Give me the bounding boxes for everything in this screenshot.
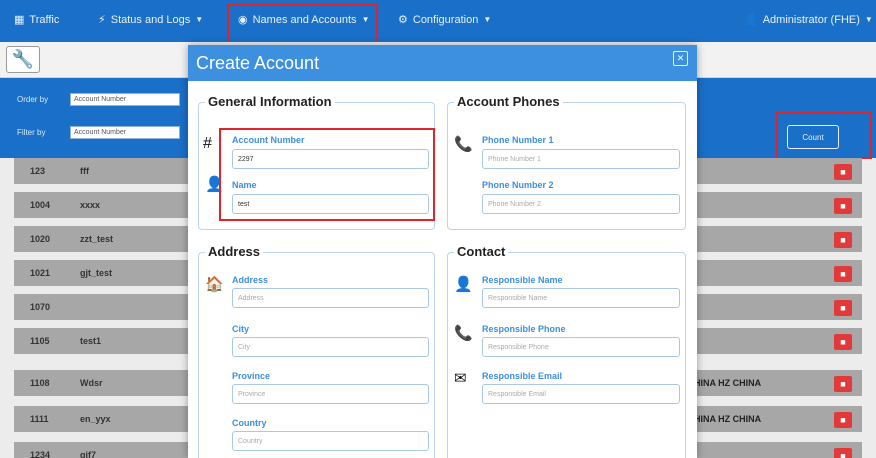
account-name: en_yyx [80,414,111,424]
address-input[interactable]: Address [232,288,429,308]
account-number: 1004 [30,200,51,210]
account-number: 1105 [30,336,50,346]
delete-button[interactable]: ■ [834,300,852,316]
province-input[interactable]: Province [232,384,429,404]
nav-configuration[interactable]: ⚙ Configuration ▼ [398,13,492,27]
account-name: Wdsr [80,378,103,388]
order-by-label: Order by [17,95,49,104]
account-number: 1020 [30,234,51,244]
city-label: City [232,324,250,334]
account-extra: HINA HZ CHINA [694,414,762,424]
filter-by-select[interactable]: Account Number [70,126,180,139]
delete-button[interactable]: ■ [834,334,852,350]
signal-icon: ⚡ [98,14,106,26]
phone2-label: Phone Number 2 [482,180,554,190]
phone1-label: Phone Number 1 [482,135,554,145]
phone-icon: 📞 [454,325,473,342]
delete-button[interactable]: ■ [834,376,852,392]
account-phones-legend: Account Phones [454,94,563,109]
nav-status-label: Status and Logs [110,13,191,26]
account-name: zzt_test [80,234,114,244]
caret-down-icon: ▼ [483,15,492,24]
top-nav: ▦ Traffic ⚡ Status and Logs ▼ ◉ Names an… [0,0,876,42]
person-icon: 👤 [454,276,473,293]
general-information-legend: General Information [205,94,335,109]
trash-icon: ■ [840,379,846,389]
country-input[interactable]: Country [232,431,429,451]
order-by-select[interactable]: Account Number [70,93,180,106]
account-number: 1070 [30,302,51,312]
gear-icon: ⚙ [398,14,408,26]
caret-down-icon: ▼ [195,15,204,24]
wrench-button[interactable]: 🔧 [6,46,40,73]
account-name: test1 [80,336,102,346]
address-section: Address 🏠 Address Address City City Prov… [198,244,435,458]
trash-icon: ■ [840,235,846,245]
delete-button[interactable]: ■ [834,232,852,248]
responsible-name-input[interactable]: Responsible Name [482,288,680,308]
account-name: gjf7 [80,450,97,458]
responsible-email-label: Responsible Email [482,371,563,381]
phone2-input[interactable]: Phone Number 2 [482,194,680,214]
caret-down-icon: ▼ [864,15,873,24]
wrench-icon: 🔧 [11,49,35,69]
address-label: Address [232,275,269,285]
hash-icon: # [203,135,212,152]
address-legend: Address [205,244,264,259]
home-icon: 🏠 [205,276,224,293]
account-number: 1021 [30,268,51,278]
contact-legend: Contact [454,244,509,259]
trash-icon: ■ [840,415,846,425]
trash-icon: ■ [840,337,846,347]
trash-icon: ■ [840,269,846,279]
delete-button[interactable]: ■ [834,412,852,428]
highlight-general-fields [219,128,435,221]
country-label: Country [232,418,267,428]
account-number: 1234 [30,450,51,458]
highlight-nav-names [227,4,378,46]
modal-header: Create Account ✕ [188,45,697,81]
delete-button[interactable]: ■ [834,198,852,214]
trash-icon: ■ [840,167,846,177]
delete-button[interactable]: ■ [834,164,852,180]
nav-user-label: Administrator (FHE) [762,13,860,26]
delete-button[interactable]: ■ [834,266,852,282]
trash-icon: ■ [840,201,846,211]
contact-section: Contact 👤 Responsible Name Responsible N… [447,244,686,458]
nav-config-label: Configuration [412,13,479,26]
province-label: Province [232,371,271,381]
account-name: xxxx [80,200,101,210]
nav-status-logs[interactable]: ⚡ Status and Logs ▼ [98,13,204,27]
account-number: 1108 [30,378,50,388]
city-input[interactable]: City [232,337,429,357]
account-extra: HINA HZ CHINA [694,378,762,388]
envelope-icon: ✉ [454,370,467,387]
delete-button[interactable]: ■ [834,448,852,458]
close-icon: ✕ [676,53,685,63]
modal-title: Create Account [196,53,320,73]
responsible-phone-label: Responsible Phone [482,324,566,334]
account-number: 123 [30,166,46,176]
phone1-input[interactable]: Phone Number 1 [482,149,680,169]
create-account-modal: Create Account ✕ General Information # A… [188,45,697,458]
close-button[interactable]: ✕ [673,51,688,66]
responsible-phone-input[interactable]: Responsible Phone [482,337,680,357]
account-name: gjt_test [80,268,113,278]
account-name: fff [80,166,89,176]
nav-traffic[interactable]: ▦ Traffic [14,13,60,27]
nav-traffic-label: Traffic [29,13,60,26]
account-phones-section: Account Phones 📞 Phone Number 1 Phone Nu… [447,94,686,230]
filter-by-label: Filter by [17,128,46,137]
nav-user-menu[interactable]: 👤 Administrator (FHE) ▼ [744,13,873,27]
responsible-email-input[interactable]: Responsible Email [482,384,680,404]
trash-icon: ■ [840,451,846,458]
chart-icon: ▦ [14,14,25,26]
highlight-count [776,112,872,159]
user-icon: 👤 [744,14,758,26]
account-number: 1111 [30,414,49,424]
trash-icon: ■ [840,303,846,313]
responsible-name-label: Responsible Name [482,275,563,285]
phone-icon: 📞 [454,136,473,153]
